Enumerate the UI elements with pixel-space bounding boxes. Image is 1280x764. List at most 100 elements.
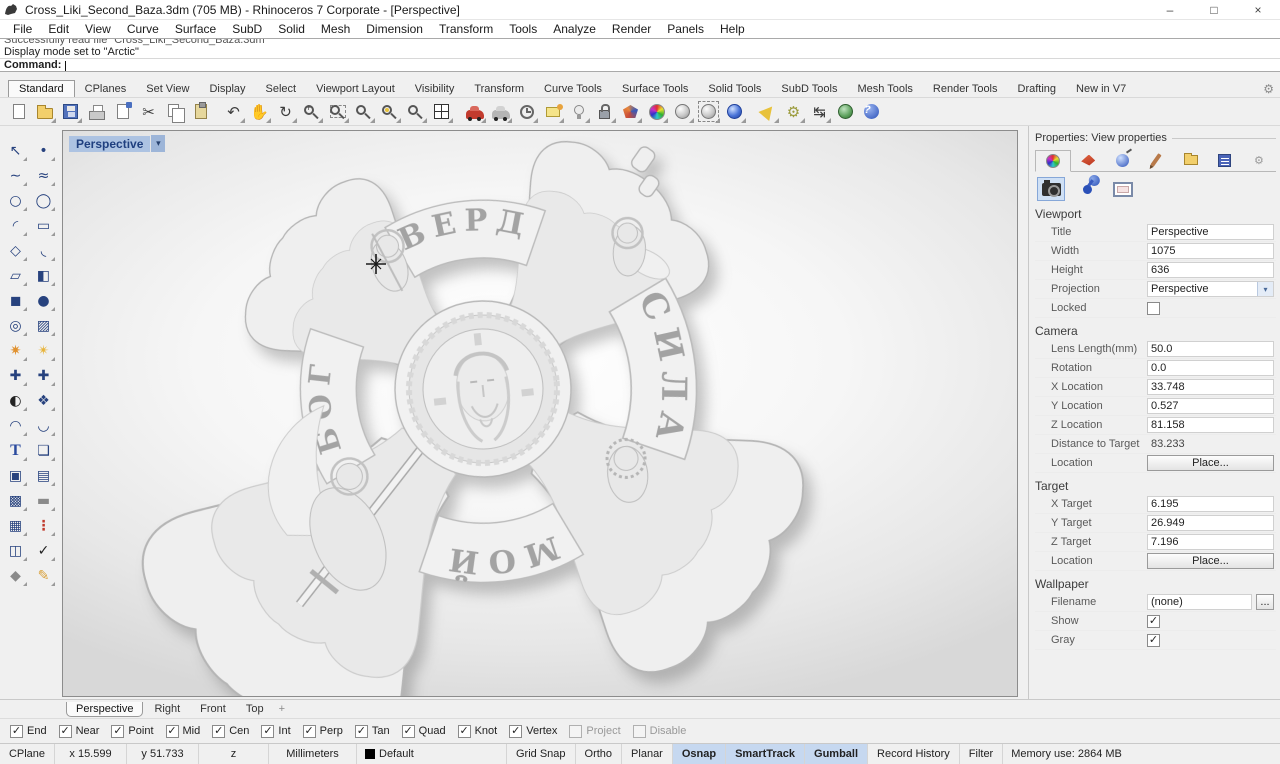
z-target-field[interactable]: 7.196 (1147, 534, 1274, 550)
osnap-end[interactable]: ✓End (10, 725, 47, 738)
menu-analyze[interactable]: Analyze (546, 21, 603, 37)
projection-select[interactable]: Perspective▾ (1147, 281, 1274, 297)
maximize-icon[interactable]: □ (1192, 0, 1236, 20)
subtab-viewport-screen[interactable] (1109, 177, 1137, 201)
toolbar-tab-transform[interactable]: Transform (464, 81, 534, 97)
target-place-button[interactable]: Place... (1147, 553, 1274, 569)
x-location-field[interactable]: 33.748 (1147, 379, 1274, 395)
tab-display[interactable] (1105, 149, 1139, 171)
text-button[interactable]: T (2, 438, 29, 463)
cen-checkbox[interactable]: ✓ (212, 725, 225, 738)
viewport-label[interactable]: Perspective ▾ (69, 135, 165, 152)
viewport-label-dropdown-icon[interactable]: ▾ (151, 135, 165, 152)
viewport-title-field[interactable]: Perspective (1147, 224, 1274, 240)
end-checkbox[interactable]: ✓ (10, 725, 23, 738)
tab-notes[interactable] (1208, 149, 1242, 171)
y-target-field[interactable]: 26.949 (1147, 515, 1274, 531)
align-button[interactable]: ⋮ (30, 513, 57, 538)
command-input[interactable]: Command: (0, 58, 1280, 72)
zoom-dynamic-button[interactable] (299, 99, 324, 124)
boolean-difference-button[interactable]: ❖ (30, 388, 57, 413)
interpolate-curve-button[interactable]: ≈ (30, 163, 57, 188)
circle-button[interactable]: ○ (2, 188, 29, 213)
osnap-near[interactable]: ✓Near (59, 725, 100, 738)
adjust-end-bulge-button[interactable]: ◠ (2, 413, 29, 438)
copy-button[interactable] (162, 99, 187, 124)
tab-libraries[interactable] (1174, 149, 1208, 171)
array-button[interactable]: ▦ (2, 513, 29, 538)
sphere-button[interactable]: ● (30, 288, 57, 313)
tab-help[interactable] (1139, 149, 1173, 171)
box-button[interactable]: ◼ (2, 288, 29, 313)
rendered-display-button[interactable] (722, 99, 747, 124)
filename-field[interactable]: (none) (1147, 594, 1252, 610)
named-cplane-button[interactable] (540, 99, 565, 124)
open-file-button[interactable] (32, 99, 57, 124)
toolbar-tab-surface-tools[interactable]: Surface Tools (612, 81, 698, 97)
viewport-label-text[interactable]: Perspective (69, 136, 150, 152)
int-checkbox[interactable]: ✓ (261, 725, 274, 738)
show-checkbox[interactable]: ✓ (1147, 615, 1160, 628)
toolbar-tab-viewport-layout[interactable]: Viewport Layout (306, 81, 405, 97)
bolt-button[interactable]: ✚ (30, 363, 57, 388)
ellipse-button[interactable]: ◯ (30, 188, 57, 213)
status-cplane[interactable]: CPlane (0, 744, 55, 764)
paste-button[interactable] (188, 99, 213, 124)
subtab-display-mode[interactable] (1073, 177, 1101, 201)
osnap-perp[interactable]: ✓Perp (303, 725, 343, 738)
pan-button[interactable]: ✋ (247, 99, 272, 124)
spotlight-button[interactable] (755, 99, 780, 124)
osnap-project[interactable]: Project (569, 725, 620, 738)
cut-button[interactable]: ✂ (136, 99, 161, 124)
render-preview-button[interactable] (488, 99, 513, 124)
status-units[interactable]: Millimeters (269, 744, 357, 764)
web-browser-button[interactable] (833, 99, 858, 124)
help-button[interactable]: ? (859, 99, 884, 124)
toggle-record-history[interactable]: Record History (868, 744, 960, 764)
toolbar-tab-render-tools[interactable]: Render Tools (923, 81, 1008, 97)
menu-transform[interactable]: Transform (432, 21, 500, 37)
mid-checkbox[interactable]: ✓ (166, 725, 179, 738)
export-button[interactable] (110, 99, 135, 124)
point-checkbox[interactable]: ✓ (111, 725, 124, 738)
disable-checkbox[interactable] (633, 725, 646, 738)
quad-checkbox[interactable]: ✓ (402, 725, 415, 738)
rotate-view-button[interactable]: ↻ (273, 99, 298, 124)
blend-curve-button[interactable]: ◟ (30, 238, 57, 263)
toolbar-tab-set-view[interactable]: Set View (136, 81, 199, 97)
solid-tools-button[interactable]: ▩ (2, 488, 29, 513)
rotation-field[interactable]: 0.0 (1147, 360, 1274, 376)
point-button[interactable]: • (30, 138, 57, 163)
toolbar-tab-mesh-tools[interactable]: Mesh Tools (847, 81, 922, 97)
osnap-mid[interactable]: ✓Mid (166, 725, 201, 738)
viewport-tab-top[interactable]: Top (237, 702, 273, 716)
explode-button[interactable]: ✷ (2, 338, 29, 363)
handlebar-editor-button[interactable]: ◡ (30, 413, 57, 438)
save-button[interactable] (58, 99, 83, 124)
toolbar-tab-select[interactable]: Select (256, 81, 307, 97)
select-arrow-button[interactable]: ↖ (2, 138, 29, 163)
menu-render[interactable]: Render (605, 21, 658, 37)
toolbar-tab-visibility[interactable]: Visibility (405, 81, 465, 97)
osnap-point[interactable]: ✓Point (111, 725, 153, 738)
rectangle-button[interactable]: ▭ (30, 213, 57, 238)
toggle-planar[interactable]: Planar (622, 744, 673, 764)
zoom-extents-button[interactable] (351, 99, 376, 124)
subtab-viewport-camera[interactable] (1037, 177, 1065, 201)
lock-button[interactable] (592, 99, 617, 124)
browse-button[interactable]: ... (1256, 594, 1274, 610)
viewport-tab-front[interactable]: Front (191, 702, 235, 716)
toggle-filter[interactable]: Filter (960, 744, 1003, 764)
menu-dimension[interactable]: Dimension (359, 21, 430, 37)
menu-view[interactable]: View (78, 21, 118, 37)
menu-mesh[interactable]: Mesh (314, 21, 357, 37)
tab-layers[interactable] (1071, 149, 1105, 171)
mesh-button[interactable]: ◆ (2, 563, 29, 588)
sketch-button[interactable]: ✎ (30, 563, 57, 588)
dimension-button[interactable]: ↹ (807, 99, 832, 124)
hidden-objects-button[interactable]: ▬ (30, 488, 57, 513)
tan-checkbox[interactable]: ✓ (355, 725, 368, 738)
camera-place-button[interactable]: Place... (1147, 455, 1274, 471)
osnap-int[interactable]: ✓Int (261, 725, 290, 738)
chevron-down-icon[interactable]: ▾ (1257, 282, 1273, 296)
